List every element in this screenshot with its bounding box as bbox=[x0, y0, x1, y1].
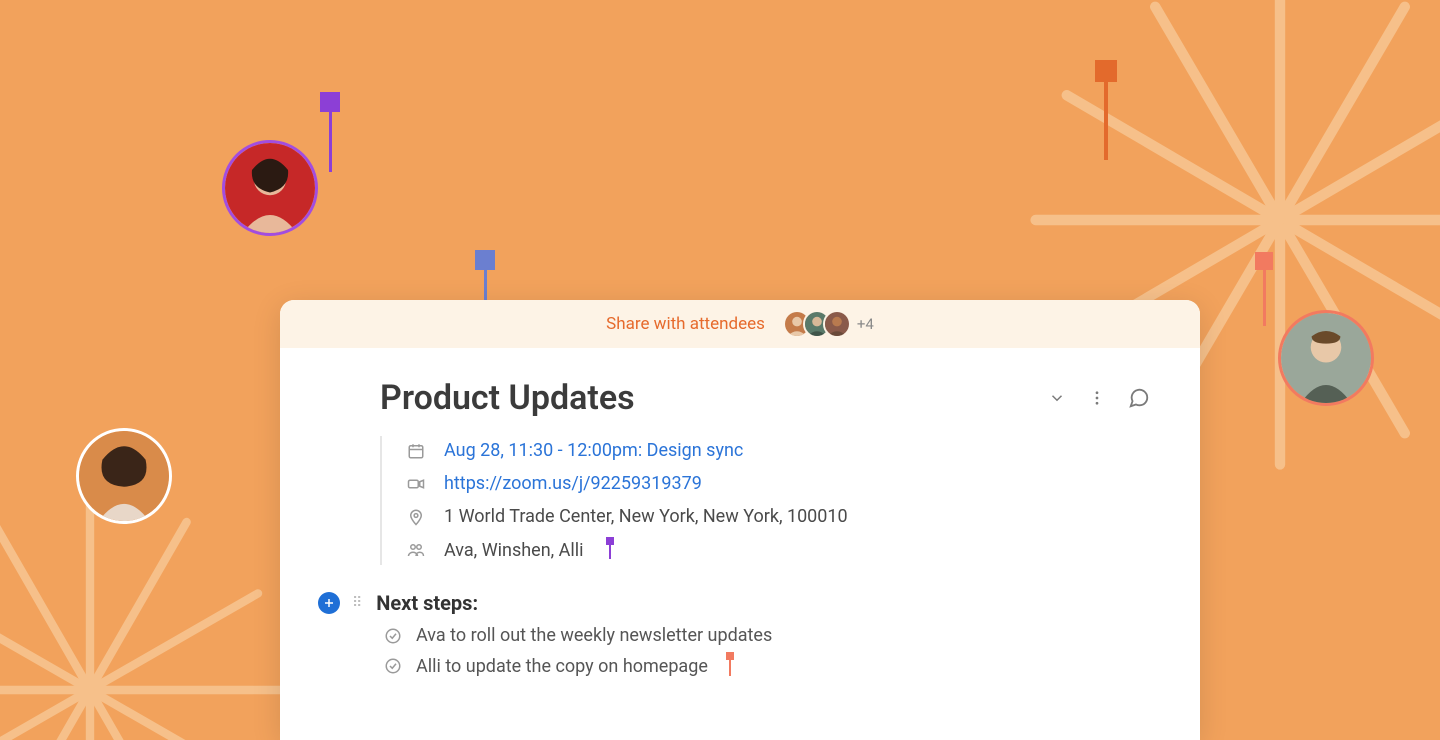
chevron-down-icon[interactable] bbox=[1048, 389, 1066, 407]
cursor-pin bbox=[1255, 252, 1273, 326]
collaborator-cursor bbox=[606, 537, 614, 559]
add-block-button[interactable] bbox=[318, 592, 340, 614]
check-circle-icon[interactable] bbox=[384, 657, 402, 675]
meta-row-video: https://zoom.us/j/92259319379 bbox=[406, 473, 1150, 494]
video-icon bbox=[406, 475, 426, 493]
meta-row-people: Ava, Winshen, Alli bbox=[406, 539, 1150, 561]
document-body: Product Updates bbox=[280, 348, 1200, 678]
drag-handle-icon[interactable]: ⠿ bbox=[352, 595, 364, 611]
document-card: Share with attendees +4 Product Updates bbox=[280, 300, 1200, 740]
cursor-pin bbox=[320, 92, 340, 172]
comment-icon[interactable] bbox=[1128, 387, 1150, 409]
location-text: 1 World Trade Center, New York, New York… bbox=[444, 506, 848, 527]
attendee-avatar-stack[interactable]: +4 bbox=[783, 310, 874, 338]
task-list: Ava to roll out the weekly newsletter up… bbox=[380, 625, 1150, 678]
check-circle-icon[interactable] bbox=[384, 627, 402, 645]
share-with-attendees-link[interactable]: Share with attendees bbox=[606, 314, 765, 334]
calendar-icon bbox=[406, 442, 426, 460]
people-icon bbox=[406, 541, 426, 559]
collaborator-avatar bbox=[1278, 310, 1374, 406]
event-link[interactable]: Aug 28, 11:30 - 12:00pm: Design sync bbox=[444, 440, 743, 461]
stage: Share with attendees +4 Product Updates bbox=[0, 0, 1440, 740]
people-text: Ava, Winshen, Alli bbox=[444, 540, 584, 561]
attendee-avatar bbox=[823, 310, 851, 338]
meta-row-location: 1 World Trade Center, New York, New York… bbox=[406, 506, 1150, 527]
document-actions bbox=[1048, 387, 1150, 409]
share-banner: Share with attendees +4 bbox=[280, 300, 1200, 348]
starburst-decoration bbox=[0, 480, 300, 740]
next-steps-section: ⠿ Next steps: Ava to roll out the weekly… bbox=[380, 591, 1150, 678]
task-text: Ava to roll out the weekly newsletter up… bbox=[416, 625, 772, 646]
section-title[interactable]: Next steps: bbox=[376, 591, 478, 615]
location-pin-icon bbox=[406, 508, 426, 526]
video-link[interactable]: https://zoom.us/j/92259319379 bbox=[444, 473, 702, 494]
task-text: Alli to update the copy on homepage bbox=[416, 656, 708, 677]
collaborator-cursor bbox=[726, 652, 734, 676]
more-vert-icon[interactable] bbox=[1088, 389, 1106, 407]
cursor-pin bbox=[1095, 60, 1117, 160]
task-item[interactable]: Ava to roll out the weekly newsletter up… bbox=[384, 625, 1150, 646]
attendee-overflow-count: +4 bbox=[857, 315, 874, 333]
collaborator-avatar bbox=[76, 428, 172, 524]
collaborator-avatar bbox=[222, 140, 318, 236]
meeting-metadata: Aug 28, 11:30 - 12:00pm: Design sync htt… bbox=[380, 436, 1150, 565]
document-title[interactable]: Product Updates bbox=[380, 378, 635, 418]
task-item[interactable]: Alli to update the copy on homepage bbox=[384, 654, 1150, 678]
meta-row-event: Aug 28, 11:30 - 12:00pm: Design sync bbox=[406, 440, 1150, 461]
